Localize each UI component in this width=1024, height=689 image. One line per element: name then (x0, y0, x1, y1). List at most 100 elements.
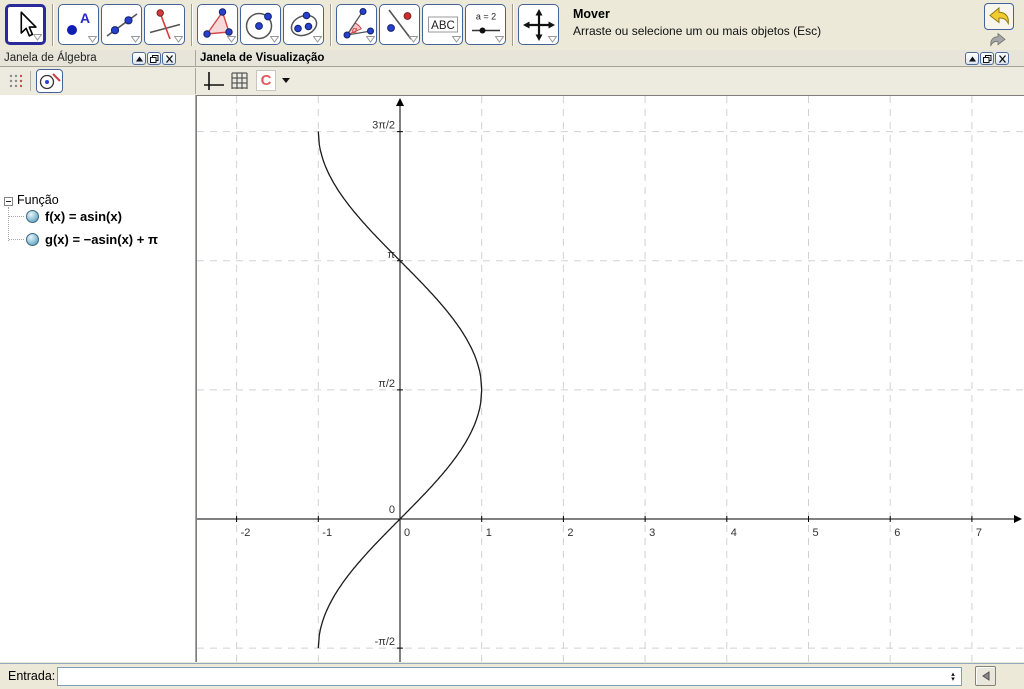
tree-root-label[interactable]: Função (17, 193, 59, 207)
dropdown-triangle-icon (33, 34, 42, 41)
dropdown-triangle-icon (409, 36, 418, 43)
x-tick-label: -2 (241, 527, 251, 539)
graphics-stylebar: C (196, 68, 1024, 94)
close-icon (997, 54, 1008, 64)
svg-text:α: α (352, 25, 358, 35)
redo-button[interactable] (986, 32, 1010, 49)
y-tick-label: π/2 (378, 378, 395, 390)
svg-text:A: A (80, 10, 90, 26)
x-tick-label: 3 (649, 527, 655, 539)
dropdown-triangle-icon (131, 36, 140, 43)
input-label: Entrada: (8, 664, 55, 689)
point-capturing-dropdown[interactable] (280, 70, 292, 91)
x-tick-label: 7 (976, 527, 982, 539)
graphics-view[interactable]: -2-1012345673π/2ππ/20-π/2 (196, 95, 1024, 662)
x-tick-label: 6 (894, 527, 900, 539)
auxiliary-objects-icon (38, 71, 62, 91)
tool-circle-button[interactable] (240, 4, 281, 45)
algebra-stylebar (0, 68, 196, 94)
panel-drag-handle-icon[interactable] (8, 73, 24, 89)
x-axis-arrow (1014, 515, 1022, 523)
tool-slider-button[interactable]: a = 2 (465, 4, 506, 45)
algebra-item-f[interactable]: f(x) = asin(x) (45, 209, 122, 224)
input-help-toggle-button[interactable] (975, 666, 996, 686)
dropdown-triangle-icon (227, 36, 236, 43)
tool-help-text: Mover Arraste ou selecione um ou mais ob… (573, 4, 821, 38)
algebra-window-title: Janela de Álgebra (4, 52, 97, 64)
dropdown-triangle-icon (452, 36, 461, 43)
tree-connector (8, 207, 9, 241)
command-input[interactable] (58, 669, 945, 684)
x-tick-label: 0 (404, 527, 410, 539)
dropdown-caret-icon (282, 78, 290, 83)
y-tick-label: -π/2 (375, 636, 395, 648)
algebra-minimize-button[interactable] (132, 52, 146, 65)
input-history-spinner[interactable]: ▴ ▾ (945, 672, 961, 682)
graphics-window-header: Janela de Visualização (196, 50, 1024, 67)
visibility-marble-g[interactable] (26, 233, 39, 246)
undo-arrow-icon (987, 6, 1011, 28)
stylebar-separator (30, 71, 31, 91)
minimize-icon (967, 54, 978, 64)
y-tick-label: 3π/2 (372, 120, 395, 132)
tool-move-graphics-view-button[interactable] (518, 4, 559, 45)
x-tick-label: -1 (322, 527, 332, 539)
x-tick-label: 5 (813, 527, 819, 539)
main-toolbar: A (0, 0, 1024, 50)
point-capturing-magnet-icon: C (261, 72, 272, 89)
restore-icon (149, 54, 160, 64)
toolbar-separator (52, 4, 54, 46)
x-tick-label: 4 (731, 527, 737, 539)
dropdown-triangle-icon (88, 36, 97, 43)
graphics-close-button[interactable] (995, 52, 1009, 65)
grid-icon (230, 71, 250, 91)
x-tick-label: 1 (486, 527, 492, 539)
dropdown-triangle-icon (366, 36, 375, 43)
toggle-axes-button[interactable] (202, 70, 226, 92)
dropdown-triangle-icon (313, 36, 322, 43)
toolbar-separator (512, 4, 514, 46)
tool-perpendicular-line-button[interactable] (144, 4, 185, 45)
tool-angle-button[interactable]: α (336, 4, 377, 45)
tool-help-subtitle: Arraste ou selecione um ou mais objetos … (573, 24, 821, 38)
tool-move-button[interactable] (5, 4, 46, 45)
x-tick-label: 2 (567, 527, 573, 539)
algebra-close-button[interactable] (162, 52, 176, 65)
undo-button[interactable] (984, 3, 1014, 30)
algebra-item-g[interactable]: g(x) = −asin(x) + π (45, 232, 158, 247)
tree-connector (9, 216, 24, 217)
svg-text:a = 2: a = 2 (475, 11, 495, 21)
tool-line-button[interactable] (101, 4, 142, 45)
dropdown-triangle-icon (495, 36, 504, 43)
point-capturing-button[interactable]: C (256, 70, 276, 91)
toggle-grid-button[interactable] (228, 70, 252, 92)
restore-icon (982, 54, 993, 64)
algebra-window-controls (131, 52, 176, 65)
toolbar-separator (191, 4, 193, 46)
minimize-icon (134, 54, 145, 64)
redo-arrow-icon (987, 32, 1009, 49)
graphics-minimize-button[interactable] (965, 52, 979, 65)
axes-icon (203, 70, 225, 92)
spinner-down-icon: ▾ (951, 677, 955, 682)
tool-reflect-button[interactable] (379, 4, 420, 45)
tool-polygon-button[interactable] (197, 4, 238, 45)
tool-ellipse-button[interactable] (283, 4, 324, 45)
input-bar: Entrada: ▴ ▾ (0, 663, 1024, 688)
tool-help-title: Mover (573, 7, 821, 21)
visibility-marble-f[interactable] (26, 210, 39, 223)
graph-canvas[interactable]: -2-1012345673π/2ππ/20-π/2 (197, 96, 1024, 662)
y-tick-label: 0 (389, 504, 395, 516)
tool-point-button[interactable]: A (58, 4, 99, 45)
algebra-restore-button[interactable] (147, 52, 161, 65)
graphics-restore-button[interactable] (980, 52, 994, 65)
svg-text:ABC: ABC (431, 19, 455, 31)
algebra-view[interactable]: Função f(x) = asin(x) g(x) = −asin(x) + … (0, 95, 196, 662)
left-triangle-icon (980, 670, 992, 682)
tree-collapse-toggle[interactable] (4, 197, 13, 206)
tool-text-button[interactable]: ABC (422, 4, 463, 45)
auxiliary-objects-toggle[interactable] (36, 69, 63, 93)
algebra-window-header: Janela de Álgebra (0, 50, 196, 67)
command-input-wrap[interactable]: ▴ ▾ (57, 667, 962, 686)
y-axis-arrow (396, 98, 404, 106)
